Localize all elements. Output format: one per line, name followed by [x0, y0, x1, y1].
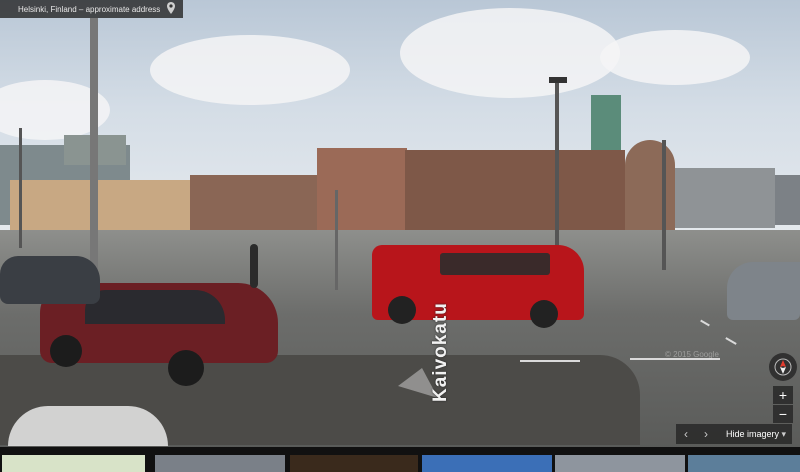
thumbnail-map[interactable] — [2, 455, 145, 472]
station-wing — [190, 175, 320, 230]
location-pin-icon — [167, 2, 175, 14]
car-windows — [85, 290, 225, 324]
cloud — [150, 35, 350, 105]
lane-marking — [520, 360, 580, 362]
cloud — [400, 8, 620, 98]
thumbnail-photo[interactable] — [422, 455, 552, 472]
building — [675, 168, 775, 228]
street-lamp — [19, 128, 22, 248]
building — [775, 175, 800, 225]
pedestrian — [250, 244, 258, 288]
building — [10, 180, 190, 235]
van-wheel — [388, 296, 416, 324]
clock-tower — [591, 95, 621, 150]
chevron-down-icon[interactable]: ▾ — [781, 429, 792, 440]
address-text: Helsinki, Finland – approximate address — [18, 4, 161, 14]
utility-pole — [90, 18, 98, 278]
cloud — [600, 30, 750, 85]
street-lamp-head — [549, 77, 567, 83]
navigation-arrow[interactable] — [8, 406, 168, 446]
thumbnail-photo[interactable] — [155, 455, 285, 472]
imagery-toolbar: ‹ › Hide imagery ▾ — [676, 424, 792, 444]
car-wheel — [168, 350, 204, 386]
signal-pole — [662, 140, 666, 270]
grey-car — [0, 256, 100, 304]
street-view-scene[interactable]: Kaivokatu © 2015 Google — [0, 0, 800, 472]
chevron-left-icon[interactable]: ‹ — [676, 424, 696, 444]
thumbnail-photo[interactable] — [688, 455, 800, 472]
helsinki-central-station — [405, 150, 625, 232]
car-wheel — [50, 335, 82, 367]
zoom-in-button[interactable]: + — [773, 386, 793, 404]
chevron-right-icon[interactable]: › — [696, 424, 716, 444]
thumbnail-photo[interactable] — [555, 455, 685, 472]
van-wheel — [530, 300, 558, 328]
google-watermark: © 2015 Google — [665, 350, 719, 359]
station-tower-left — [317, 148, 407, 233]
street-name-label: Kaivokatu — [430, 302, 451, 402]
street-lamp — [555, 80, 559, 250]
silver-car — [727, 262, 800, 320]
thumbnail-photo[interactable] — [290, 455, 418, 472]
traffic-light-pole — [335, 190, 338, 290]
van-window — [440, 253, 550, 275]
hide-imagery-button[interactable]: Hide imagery — [716, 429, 779, 439]
compass-icon[interactable] — [769, 353, 797, 381]
address-bar[interactable]: Helsinki, Finland – approximate address — [0, 0, 183, 18]
zoom-out-button[interactable]: − — [773, 405, 793, 423]
station-arch — [625, 140, 675, 232]
